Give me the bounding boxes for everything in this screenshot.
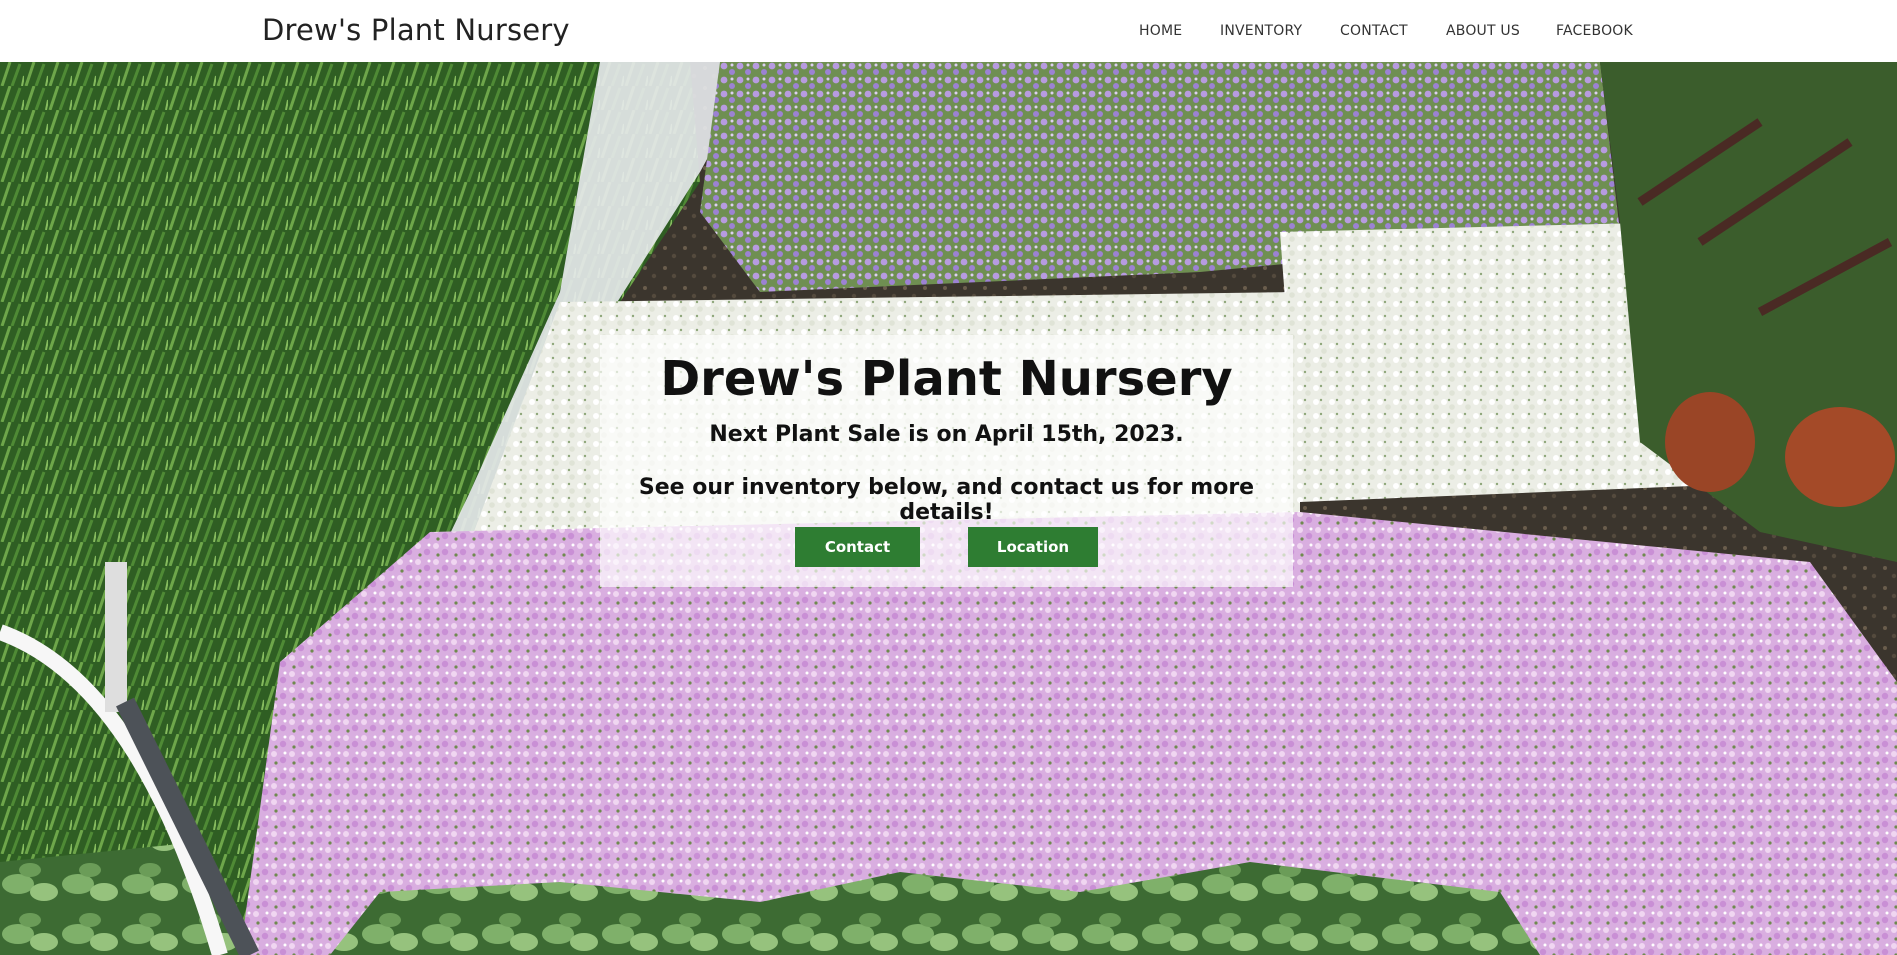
hero-title: Drew's Plant Nursery — [660, 351, 1233, 407]
nav-about-link[interactable]: ABOUT US — [1446, 23, 1520, 39]
nav-home-link[interactable]: HOME — [1139, 23, 1182, 39]
nav-contact-link[interactable]: CONTACT — [1340, 23, 1408, 39]
top-navbar: Drew's Plant Nursery HOME INVENTORY CONT… — [0, 0, 1897, 62]
site-brand-link[interactable]: Drew's Plant Nursery — [262, 13, 570, 47]
nav-facebook-link[interactable]: FACEBOOK — [1556, 23, 1633, 39]
contact-button[interactable]: Contact — [795, 527, 920, 567]
nav-inventory-link[interactable]: INVENTORY — [1220, 23, 1302, 39]
hero-info-panel: Drew's Plant Nursery Next Plant Sale is … — [600, 335, 1293, 587]
location-button[interactable]: Location — [968, 527, 1098, 567]
sale-date-text: Next Plant Sale is on April 15th, 2023. — [709, 422, 1184, 447]
hero-section: Drew's Plant Nursery Next Plant Sale is … — [0, 62, 1897, 955]
inventory-note-text: See our inventory below, and contact us … — [638, 475, 1255, 525]
